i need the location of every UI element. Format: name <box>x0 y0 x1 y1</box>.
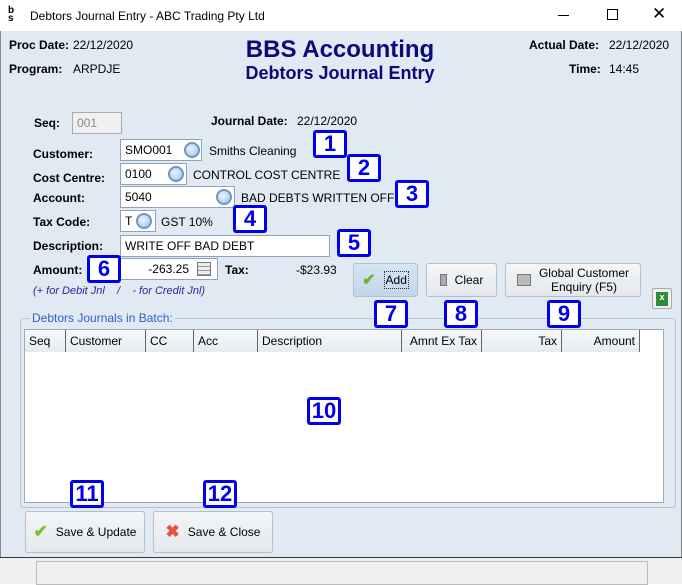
table-header: Seq Customer CC Acc Description Amnt Ex Tax Ta… <box>25 330 640 352</box>
customer-search-icon[interactable] <box>184 142 200 158</box>
app-logo-icon: bs <box>8 5 15 24</box>
account-search-icon[interactable] <box>216 189 232 205</box>
column-header-amnt-ex-tax[interactable]: Amnt Ex Tax <box>402 330 482 352</box>
cost-centre-label: Cost Centre: <box>33 171 106 185</box>
app-title: BBS Accounting <box>245 36 435 63</box>
status-bar <box>0 557 682 585</box>
column-header-seq[interactable]: Seq <box>25 330 66 352</box>
column-header-customer[interactable]: Customer <box>66 330 146 352</box>
callout-5: 5 <box>337 229 371 257</box>
window-title: Debtors Journal Entry - ABC Trading Pty … <box>30 9 265 23</box>
callout-7: 7 <box>374 300 408 328</box>
description-label: Description: <box>33 239 104 253</box>
callout-8: 8 <box>444 300 478 328</box>
cost-centre-search-icon[interactable] <box>168 166 184 182</box>
proc-date: 22/12/2020 <box>73 38 134 52</box>
callout-3: 3 <box>395 180 429 208</box>
description-value: WRITE OFF BAD DEBT <box>125 239 255 253</box>
column-header-amount[interactable]: Amount <box>562 330 640 352</box>
checkmark-icon: ✔ <box>33 522 48 541</box>
callout-12: 12 <box>203 480 237 508</box>
callout-10: 10 <box>307 397 341 425</box>
callout-6: 6 <box>87 255 121 283</box>
title-bar: bs Debtors Journal Entry - ABC Trading P… <box>0 0 682 31</box>
tax-code-value: T <box>125 214 133 228</box>
clear-button[interactable]: Clear <box>426 263 497 297</box>
tax-label: Tax: <box>225 263 249 277</box>
enquiry-icon <box>516 274 531 286</box>
journal-date: 22/12/2020 <box>297 114 358 128</box>
cost-centre-value: 0100 <box>125 167 152 181</box>
cost-centre-name: CONTROL COST CENTRE <box>193 168 341 182</box>
tax-code-search-icon[interactable] <box>136 213 152 229</box>
time-label: Time: <box>569 62 601 76</box>
excel-export-button[interactable]: x <box>652 288 672 309</box>
proc-date-label: Proc Date: <box>9 38 70 52</box>
enquiry-label-1: Global Customer <box>538 266 630 280</box>
program-label: Program: <box>9 62 63 76</box>
callout-2: 2 <box>347 154 381 182</box>
tax-value: -$23.93 <box>296 263 337 277</box>
actual-date: 22/12/2020 <box>609 38 670 52</box>
status-panel <box>36 561 648 585</box>
close-icon[interactable]: ✕ <box>652 4 666 24</box>
amount-value: -263.25 <box>148 262 189 276</box>
save-update-button[interactable]: ✔ Save & Update <box>25 511 145 553</box>
actual-date-label: Actual Date: <box>529 38 600 52</box>
seq-label: Seq: <box>34 116 61 130</box>
callout-4: 4 <box>233 205 267 233</box>
tax-code-name: GST 10% <box>161 215 213 229</box>
seq-field: 001 <box>72 112 122 134</box>
cross-icon: ✖ <box>165 522 180 541</box>
maximize-icon[interactable] <box>607 9 618 20</box>
batch-table[interactable]: Seq Customer CC Acc Description Amnt Ex Tax Ta… <box>24 329 664 503</box>
journal-date-label: Journal Date: <box>211 114 288 128</box>
callout-11: 11 <box>70 480 104 508</box>
save-close-button[interactable]: ✖ Save & Close <box>153 511 273 553</box>
clear-label: Clear <box>454 273 484 287</box>
column-header-cc[interactable]: CC <box>146 330 194 352</box>
minimize-icon[interactable] <box>558 15 569 16</box>
calculator-icon[interactable] <box>197 262 211 276</box>
account-value: 5040 <box>125 190 152 204</box>
account-label: Account: <box>33 191 85 205</box>
time: 14:45 <box>609 62 640 76</box>
add-button[interactable]: ✔ Add <box>353 263 418 297</box>
callout-1: 1 <box>313 130 347 158</box>
amount-hint: (+ for Debit Jnl / - for Credit Jnl) <box>33 285 206 297</box>
eraser-icon <box>439 274 447 286</box>
amount-label: Amount: <box>33 263 83 277</box>
customer-label: Customer: <box>33 147 94 161</box>
column-header-description[interactable]: Description <box>258 330 402 352</box>
column-header-tax[interactable]: Tax <box>482 330 562 352</box>
customer-value: SMO001 <box>125 143 173 157</box>
tax-code-label: Tax Code: <box>33 215 91 229</box>
callout-9: 9 <box>547 300 581 328</box>
enquiry-label-2: Enquiry (F5) <box>550 280 617 294</box>
program: ARPDJE <box>73 62 121 76</box>
account-name: BAD DEBTS WRITTEN OFF <box>241 191 395 205</box>
excel-icon: x <box>656 291 668 306</box>
save-close-label: Save & Close <box>187 525 261 539</box>
column-header-acc[interactable]: Acc <box>194 330 258 352</box>
add-label: Add <box>383 271 409 289</box>
global-customer-enquiry-button[interactable]: Global Customer Enquiry (F5) <box>505 263 641 297</box>
checkmark-icon: ✔ <box>362 272 376 289</box>
description-input[interactable]: WRITE OFF BAD DEBT <box>120 235 330 257</box>
batch-title: Debtors Journals in Batch: <box>30 311 175 325</box>
customer-name: Smiths Cleaning <box>209 144 297 158</box>
form-title: Debtors Journal Entry <box>245 63 435 83</box>
save-update-label: Save & Update <box>55 525 137 539</box>
